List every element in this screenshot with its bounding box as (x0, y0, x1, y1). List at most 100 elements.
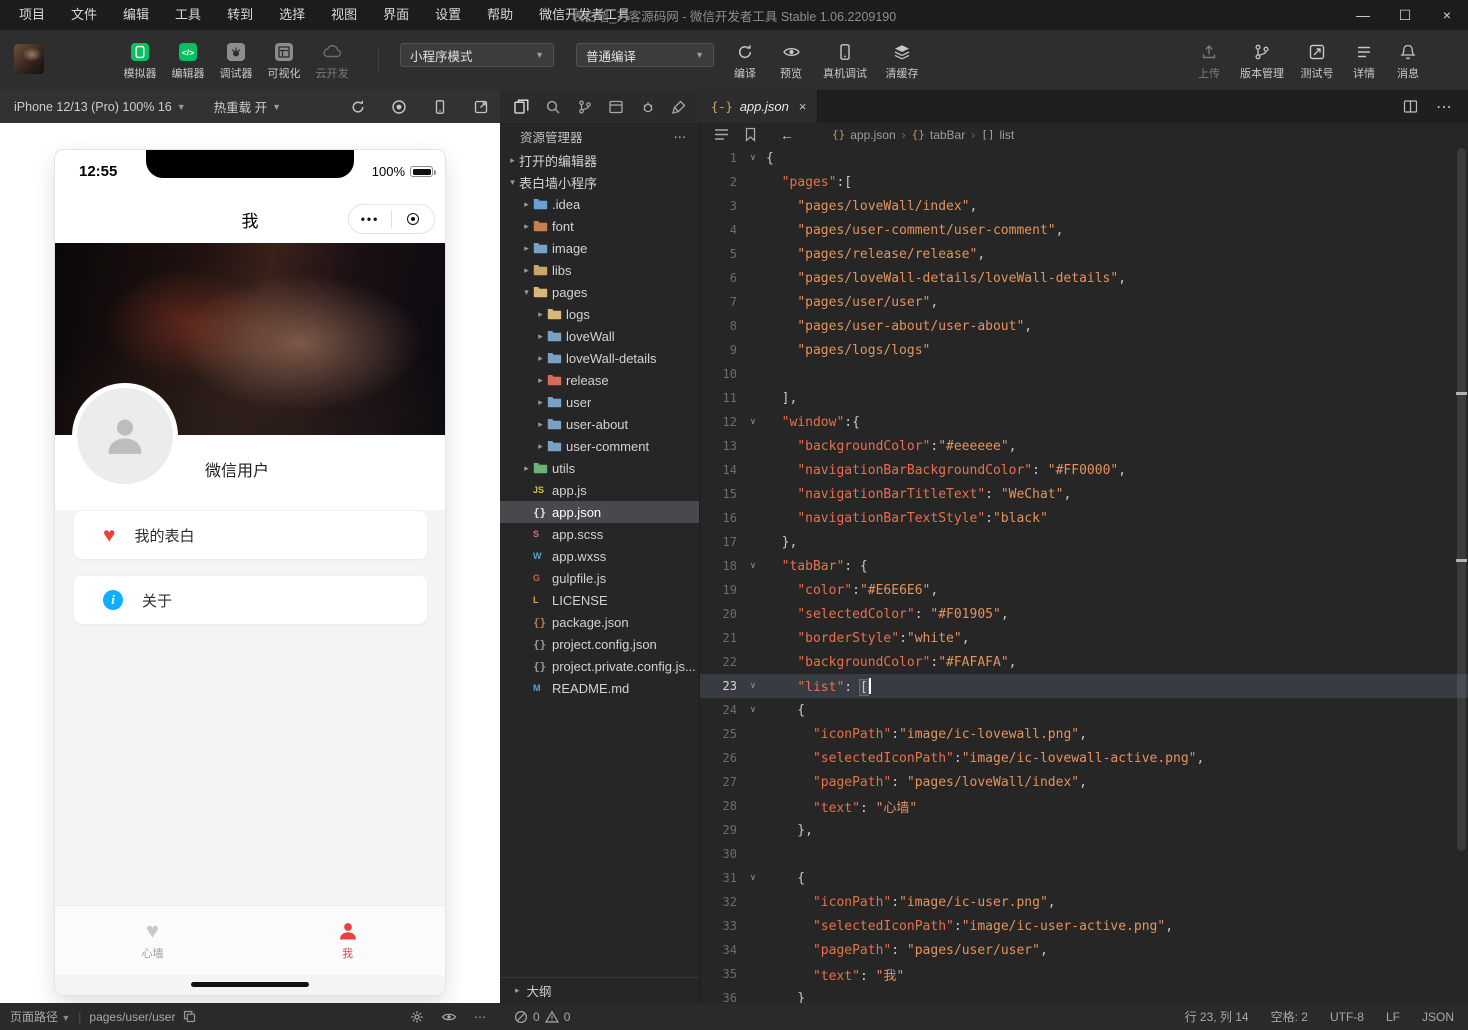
eol-setting[interactable]: LF (1386, 1010, 1400, 1024)
problems-indicator[interactable]: 0 0 (514, 1010, 570, 1024)
toolbar-button-模拟器[interactable]: 模拟器 (116, 41, 164, 81)
tree-item-.idea[interactable]: ▸.idea (500, 193, 699, 215)
close-button[interactable]: × (1426, 0, 1468, 30)
toolbar-button-详情[interactable]: 详情 (1342, 41, 1386, 81)
tree-item-pages[interactable]: ▾pages (500, 281, 699, 303)
gear-icon[interactable] (410, 1010, 424, 1024)
tab-me[interactable]: 我 (250, 906, 445, 975)
code-line-28[interactable]: 28 "text": "心墙" (700, 794, 1468, 818)
code-line-15[interactable]: 15 "navigationBarTitleText": "WeChat", (700, 482, 1468, 506)
code-line-32[interactable]: 32 "iconPath":"image/ic-user.png", (700, 890, 1468, 914)
menu-界面[interactable]: 界面 (370, 0, 422, 30)
tree-item-app.scss[interactable]: Sapp.scss (500, 523, 699, 545)
code-line-25[interactable]: 25 "iconPath":"image/ic-lovewall.png", (700, 722, 1468, 746)
breadcrumb-item-list[interactable]: []list (981, 128, 1014, 142)
tree-item-user-about[interactable]: ▸user-about (500, 413, 699, 435)
menu-选择[interactable]: 选择 (266, 0, 318, 30)
code-line-16[interactable]: 16 "navigationBarTextStyle":"black" (700, 506, 1468, 530)
search-icon[interactable] (545, 99, 561, 115)
menu-编辑[interactable]: 编辑 (110, 0, 162, 30)
source-control-icon[interactable] (577, 99, 593, 115)
cursor-position[interactable]: 行 23, 列 14 (1185, 1008, 1249, 1025)
copy-icon[interactable] (183, 1010, 196, 1023)
fold-chevron-icon[interactable]: ∨ (744, 681, 762, 691)
mode-select[interactable]: 小程序模式 ▼ (400, 43, 554, 67)
code-line-4[interactable]: 4 "pages/user-comment/user-comment", (700, 218, 1468, 242)
code-line-6[interactable]: 6 "pages/loveWall-details/loveWall-detai… (700, 266, 1468, 290)
fold-chevron-icon[interactable]: ∨ (744, 873, 762, 883)
tab-heart-wall[interactable]: ♥ 心墙 (55, 906, 250, 975)
fold-chevron-icon[interactable]: ∨ (744, 153, 762, 163)
menu-item-my-confession[interactable]: ♥ 我的表白 (74, 511, 427, 559)
statusbar-more-icon[interactable]: ⋯ (474, 1010, 486, 1024)
code-line-10[interactable]: 10 (700, 362, 1468, 386)
tree-item-loveWall-details[interactable]: ▸loveWall-details (500, 347, 699, 369)
brush-icon[interactable] (671, 99, 687, 115)
breadcrumb-item-tabBar[interactable]: {}tabBar (912, 128, 966, 142)
compile-select[interactable]: 普通编译 ▼ (576, 43, 714, 67)
toolbar-button-编译[interactable]: 编译 (722, 41, 768, 81)
avatar[interactable] (72, 383, 178, 489)
code-line-21[interactable]: 21 "borderStyle":"white", (700, 626, 1468, 650)
fold-chevron-icon[interactable]: ∨ (744, 417, 762, 427)
tree-item-user[interactable]: ▸user (500, 391, 699, 413)
maximize-button[interactable]: ☐ (1384, 0, 1426, 30)
code-line-23[interactable]: 23∨ "list": [ (700, 674, 1468, 698)
breadcrumb-item-app.json[interactable]: {}app.json (832, 128, 896, 142)
toolbar-button-清缓存[interactable]: 清缓存 (876, 41, 928, 81)
minimize-button[interactable]: — (1342, 0, 1384, 30)
toolbar-button-编辑器[interactable]: </>编辑器 (164, 41, 212, 81)
user-avatar[interactable] (14, 44, 44, 74)
panels-icon[interactable] (608, 99, 624, 115)
code-line-3[interactable]: 3 "pages/loveWall/index", (700, 194, 1468, 218)
code-line-8[interactable]: 8 "pages/user-about/user-about", (700, 314, 1468, 338)
tree-item-user-comment[interactable]: ▸user-comment (500, 435, 699, 457)
code-line-35[interactable]: 35 "text": "我" (700, 962, 1468, 986)
tree-item-app.json[interactable]: {}app.json (500, 501, 699, 523)
tree-item-loveWall[interactable]: ▸loveWall (500, 325, 699, 347)
code-line-34[interactable]: 34 "pagePath": "pages/user/user", (700, 938, 1468, 962)
encoding[interactable]: UTF-8 (1330, 1010, 1364, 1024)
menu-帮助[interactable]: 帮助 (474, 0, 526, 30)
tree-item-打开的编辑器[interactable]: ▸打开的编辑器 (500, 149, 699, 171)
tree-item-logs[interactable]: ▸logs (500, 303, 699, 325)
toolbar-button-真机调试[interactable]: 真机调试 (814, 41, 876, 81)
code-line-5[interactable]: 5 "pages/release/release", (700, 242, 1468, 266)
code-line-22[interactable]: 22 "backgroundColor":"#FAFAFA", (700, 650, 1468, 674)
language-mode[interactable]: JSON (1422, 1010, 1454, 1024)
code-line-18[interactable]: 18∨ "tabBar": { (700, 554, 1468, 578)
scrollbar-thumb[interactable] (1457, 148, 1466, 851)
tree-item-表白墙小程序[interactable]: ▾表白墙小程序 (500, 171, 699, 193)
page-path-select[interactable]: 页面路径 ▼ (10, 1008, 70, 1025)
code-line-12[interactable]: 12∨ "window":{ (700, 410, 1468, 434)
code-line-27[interactable]: 27 "pagePath": "pages/loveWall/index", (700, 770, 1468, 794)
code-line-11[interactable]: 11 ], (700, 386, 1468, 410)
tree-item-font[interactable]: ▸font (500, 215, 699, 237)
menu-转到[interactable]: 转到 (214, 0, 266, 30)
tree-item-package.json[interactable]: {}package.json (500, 611, 699, 633)
tree-item-app.js[interactable]: JSapp.js (500, 479, 699, 501)
code-line-31[interactable]: 31∨ { (700, 866, 1468, 890)
tab-app-json[interactable]: {-} app.json × (700, 90, 818, 123)
code-line-7[interactable]: 7 "pages/user/user", (700, 290, 1468, 314)
tree-item-utils[interactable]: ▸utils (500, 457, 699, 479)
device-icon[interactable] (432, 99, 448, 115)
close-tab-icon[interactable]: × (799, 99, 807, 114)
navigate-back-icon[interactable]: ← (780, 127, 794, 143)
menu-视图[interactable]: 视图 (318, 0, 370, 30)
hot-reload-toggle[interactable]: 热重载 开 ▼ (214, 97, 281, 116)
toolbar-button-预览[interactable]: 预览 (768, 41, 814, 81)
code-line-2[interactable]: 2 "pages":[ (700, 170, 1468, 194)
tree-item-image[interactable]: ▸image (500, 237, 699, 259)
outline-section[interactable]: ▸ 大纲 (500, 977, 699, 1003)
tree-item-README.md[interactable]: MREADME.md (500, 677, 699, 699)
menu-dots-icon[interactable]: ••• (349, 213, 391, 225)
tree-item-libs[interactable]: ▸libs (500, 259, 699, 281)
fold-chevron-icon[interactable]: ∨ (744, 561, 762, 571)
editor-more-icon[interactable]: ⋯ (1436, 97, 1452, 117)
code-line-33[interactable]: 33 "selectedIconPath":"image/ic-user-act… (700, 914, 1468, 938)
toolbar-button-版本管理[interactable]: 版本管理 (1232, 41, 1292, 81)
rotate-icon[interactable] (350, 99, 366, 115)
code-line-29[interactable]: 29 }, (700, 818, 1468, 842)
toolbar-button-消息[interactable]: 消息 (1386, 41, 1430, 81)
